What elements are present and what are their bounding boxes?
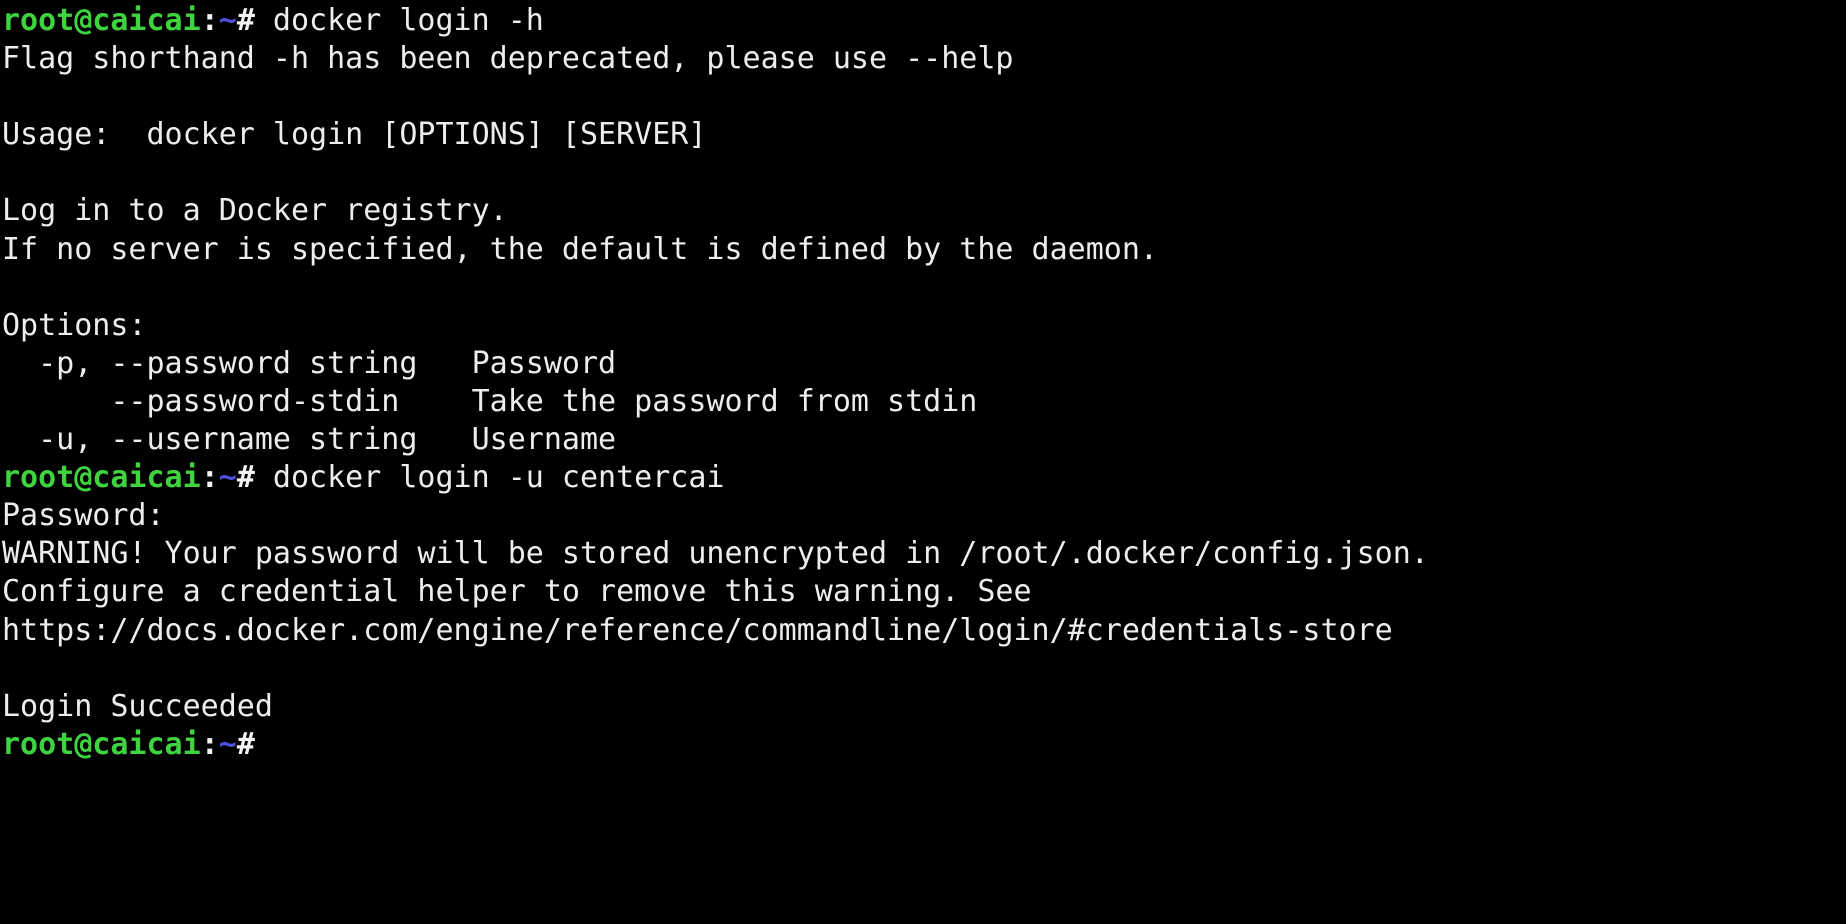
prompt-colon: : — [200, 726, 219, 762]
terminal-output-line: Login Succeeded — [0, 688, 1846, 726]
prompt-colon: : — [200, 460, 219, 496]
terminal-output-text: Options: — [2, 307, 147, 343]
terminal-output-line: Options: — [0, 307, 1846, 345]
terminal-output-line: WARNING! Your password will be stored un… — [0, 535, 1846, 573]
terminal-output-line: -p, --password string Password — [0, 345, 1846, 383]
terminal-prompt-line: root@caicai:~# — [0, 726, 1846, 764]
terminal-prompt-line: root@caicai:~# docker login -h — [0, 2, 1846, 40]
terminal-output-line: If no server is specified, the default i… — [0, 231, 1846, 269]
terminal-output-line: Flag shorthand -h has been deprecated, p… — [0, 40, 1846, 78]
terminal-output-text: Log in to a Docker registry. — [2, 193, 508, 229]
terminal-output-text: WARNING! Your password will be stored un… — [2, 536, 1429, 572]
terminal-output-line: Usage: docker login [OPTIONS] [SERVER] — [0, 116, 1846, 154]
prompt-sigil: # — [236, 726, 255, 762]
terminal-output-line: https://docs.docker.com/engine/reference… — [0, 612, 1846, 650]
terminal-prompt-line: root@caicai:~# docker login -u centercai — [0, 459, 1846, 497]
terminal-output-text: Usage: docker login [OPTIONS] [SERVER] — [2, 117, 707, 153]
terminal-screen[interactable]: root@caicai:~# docker login -h Flag short… — [0, 0, 1846, 924]
terminal-output-line: Log in to a Docker registry. — [0, 192, 1846, 230]
terminal-output-text: --password-stdin Take the password from … — [2, 383, 978, 419]
terminal-output-text: Configure a credential helper to remove … — [2, 574, 1032, 610]
terminal-output-text: Login Succeeded — [2, 688, 273, 724]
terminal-output-text: Password: — [2, 498, 165, 534]
terminal-command: docker login -h — [254, 3, 544, 38]
prompt-user-host: root@caicai — [2, 726, 201, 762]
prompt-user-host: root@caicai — [2, 460, 201, 496]
terminal-output-line: Configure a credential helper to remove … — [0, 573, 1846, 611]
terminal-output-line: -u, --username string Username — [0, 421, 1846, 459]
prompt-path: ~ — [218, 726, 237, 762]
terminal-output-text: -u, --username string Username — [2, 422, 617, 458]
prompt-colon: : — [200, 3, 219, 38]
terminal-output-text: https://docs.docker.com/engine/reference… — [2, 612, 1393, 648]
prompt-sigil: # — [236, 460, 255, 496]
terminal-output-text: Flag shorthand -h has been deprecated, p… — [2, 41, 1014, 77]
prompt-path: ~ — [218, 3, 237, 38]
terminal-output-text: If no server is specified, the default i… — [2, 231, 1158, 267]
prompt-user-host: root@caicai — [2, 3, 201, 38]
prompt-sigil: # — [236, 3, 255, 38]
terminal-output-text: -p, --password string Password — [2, 345, 617, 381]
prompt-path: ~ — [218, 460, 237, 496]
terminal-output-line: Password: — [0, 497, 1846, 535]
terminal-command: docker login -u centercai — [254, 460, 725, 496]
terminal-output-line: --password-stdin Take the password from … — [0, 383, 1846, 421]
